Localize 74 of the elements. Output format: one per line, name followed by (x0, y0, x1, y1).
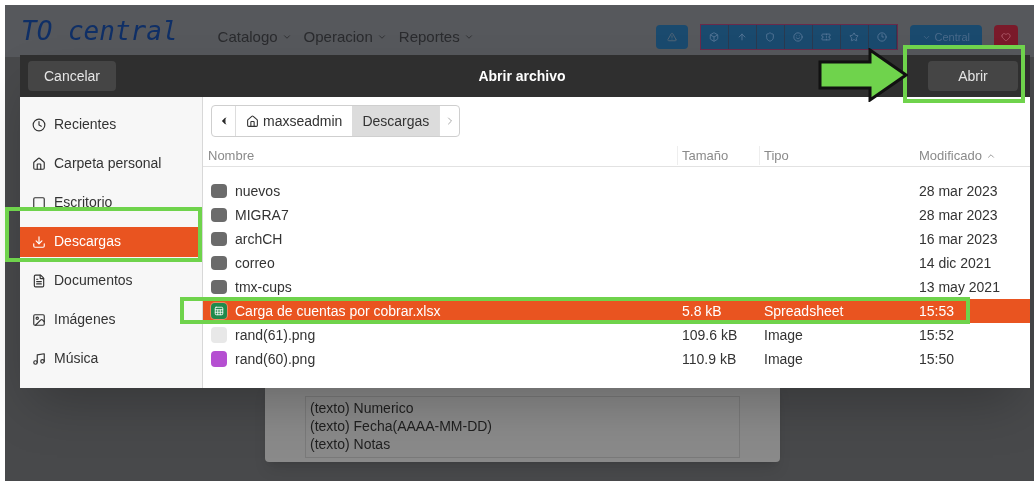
file-type: Spreadsheet (764, 302, 844, 319)
shield-icon (765, 32, 776, 42)
sidebar-item[interactable]: Carpeta personal (20, 148, 202, 179)
file-row[interactable]: rand(60).png 110.9 kB Image 15:50 (203, 347, 1030, 371)
square-icon (32, 195, 46, 210)
home-icon (32, 156, 46, 171)
column-header[interactable]: Modificado (915, 145, 996, 166)
open-button[interactable]: Abrir (928, 61, 1018, 91)
caret-icon (463, 32, 474, 42)
sidebar-item[interactable]: Recientes (20, 109, 202, 140)
file-row[interactable]: tmx-cups 13 may 2021 (203, 275, 1030, 299)
folder-icon (211, 184, 227, 198)
dialog-title: Abrir archivo (477, 66, 567, 86)
file-size: 110.9 kB (682, 350, 737, 367)
column-header[interactable]: Nombre (203, 145, 678, 166)
column-header[interactable]: Tamaño (678, 145, 760, 166)
smile-icon (793, 32, 804, 42)
warning-icon (666, 32, 677, 42)
folder-icon (211, 280, 227, 294)
folder-icon (211, 232, 227, 246)
file-modified: 15:53 (919, 302, 955, 319)
caret-icon (281, 32, 292, 42)
file-name: rand(61).png (235, 325, 316, 345)
heart-icon (1001, 32, 1011, 42)
alert-button[interactable] (655, 25, 688, 49)
file-modified: 28 mar 2023 (919, 206, 998, 223)
column-header[interactable]: Tipo (760, 145, 915, 166)
music-note-icon (32, 351, 46, 366)
folder-icon (211, 256, 227, 270)
file-modified: 13 may 2021 (919, 278, 1000, 295)
file-modified: 14 dic 2021 (919, 254, 992, 271)
file-modified: 16 mar 2023 (919, 230, 998, 247)
file-row[interactable]: MIGRA7 28 mar 2023 (203, 203, 1030, 227)
star-icon (849, 32, 860, 42)
ticket-icon (821, 32, 832, 42)
download-icon (32, 234, 46, 249)
sidebar-item[interactable]: Escritorio (20, 187, 202, 218)
box-icon (709, 32, 720, 42)
logo-text: TO central (21, 14, 178, 48)
field-description: (texto) Numerico (310, 399, 415, 417)
file-row[interactable]: nuevos 28 mar 2023 (203, 179, 1030, 203)
file-row[interactable]: rand(61).png 109.6 kB Image 15:52 (203, 323, 1030, 347)
file-size: 109.6 kB (682, 326, 738, 343)
sidebar-item[interactable]: Imágenes (20, 304, 202, 335)
file-modified: 15:52 (919, 326, 955, 343)
sidebar-item[interactable]: Música (20, 343, 202, 374)
arrow-up-icon (737, 32, 748, 42)
sidebar-item[interactable]: Documentos (20, 265, 202, 296)
image-icon (32, 312, 46, 327)
file-row[interactable]: correo 14 dic 2021 (203, 251, 1030, 275)
path-segment[interactable]: maxseadmin (236, 106, 353, 136)
file-name: MIGRA7 (235, 205, 289, 225)
file-name: correo (235, 253, 275, 273)
file-size: 5.8 kB (682, 302, 722, 319)
clock-icon (877, 32, 888, 42)
caret-icon (376, 32, 387, 42)
file-type: Image (764, 350, 803, 367)
image-file-icon (211, 351, 227, 367)
file-type: Image (764, 326, 803, 343)
file-modified: 15:50 (919, 350, 955, 367)
file-name: rand(60).png (235, 349, 316, 369)
folder-icon (211, 208, 227, 222)
field-description: (texto) Fecha(AAAA-MM-DD) (310, 417, 494, 435)
document-icon (32, 273, 46, 288)
field-description: (texto) Notas (310, 435, 392, 453)
file-name: nuevos (235, 181, 281, 201)
path-segment[interactable]: Descargas (352, 106, 440, 136)
file-row[interactable]: archCH 16 mar 2023 (203, 227, 1030, 251)
file-name: Carga de cuentas por cobrar.xlsx (235, 301, 441, 321)
file-modified: 28 mar 2023 (919, 182, 998, 199)
file-name: archCH (235, 229, 283, 249)
file-name: tmx-cups (235, 277, 292, 297)
cancel-button[interactable]: Cancelar (28, 61, 117, 91)
clock-icon (32, 117, 46, 132)
